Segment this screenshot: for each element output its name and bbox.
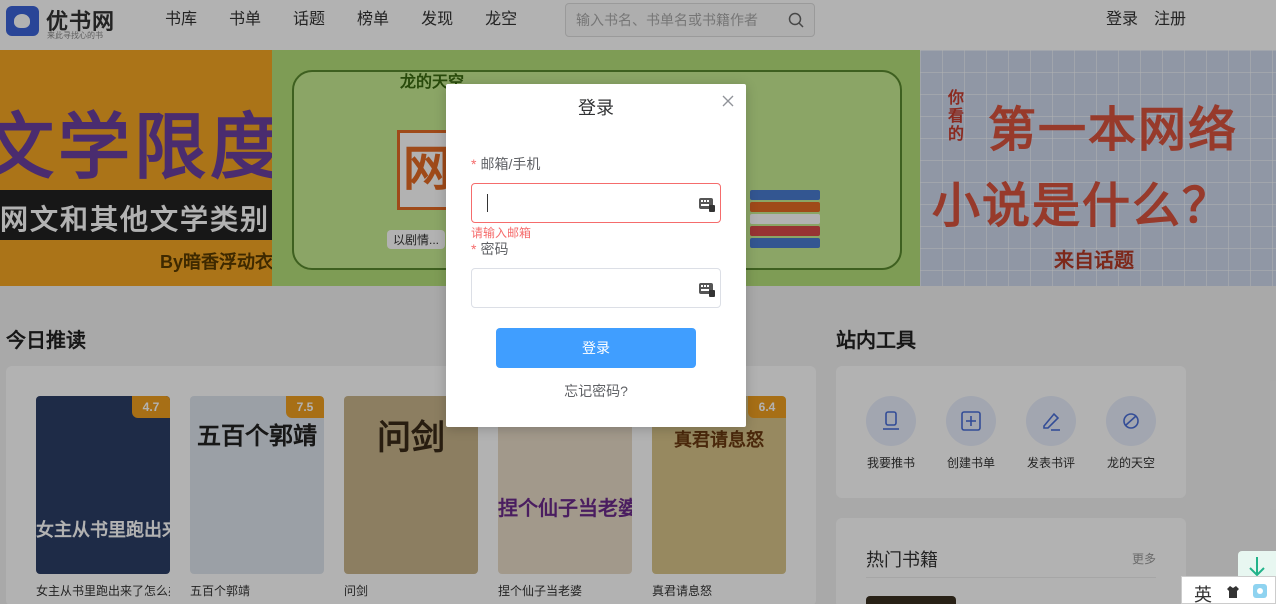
password-field[interactable] xyxy=(487,277,687,299)
email-label: * 邮箱/手机 xyxy=(471,156,541,172)
keyboard-icon[interactable] xyxy=(698,280,716,298)
skin-icon[interactable] xyxy=(1252,583,1268,599)
ime-toolbar[interactable]: 英 xyxy=(1181,576,1276,604)
password-label: * 密码 xyxy=(471,241,509,257)
required-mark: * xyxy=(471,156,477,172)
close-icon[interactable] xyxy=(722,95,734,107)
shirt-icon[interactable] xyxy=(1226,585,1240,599)
text-caret xyxy=(487,194,488,212)
login-submit-button[interactable]: 登录 xyxy=(496,328,696,368)
password-field-wrapper xyxy=(471,268,721,308)
forgot-password-link[interactable]: 忘记密码? xyxy=(446,381,746,401)
email-field-wrapper xyxy=(471,183,721,223)
keyboard-icon[interactable] xyxy=(698,195,716,213)
email-field[interactable] xyxy=(487,192,687,214)
dialog-title: 登录 xyxy=(578,98,614,118)
email-error-message: 请输入邮箱 xyxy=(471,226,532,240)
login-dialog: 登录 * 邮箱/手机 请输入邮箱 * 密码 登录 忘记密码? xyxy=(446,84,746,427)
required-mark: * xyxy=(471,241,477,257)
ime-language-toggle[interactable]: 英 xyxy=(1194,581,1212,604)
